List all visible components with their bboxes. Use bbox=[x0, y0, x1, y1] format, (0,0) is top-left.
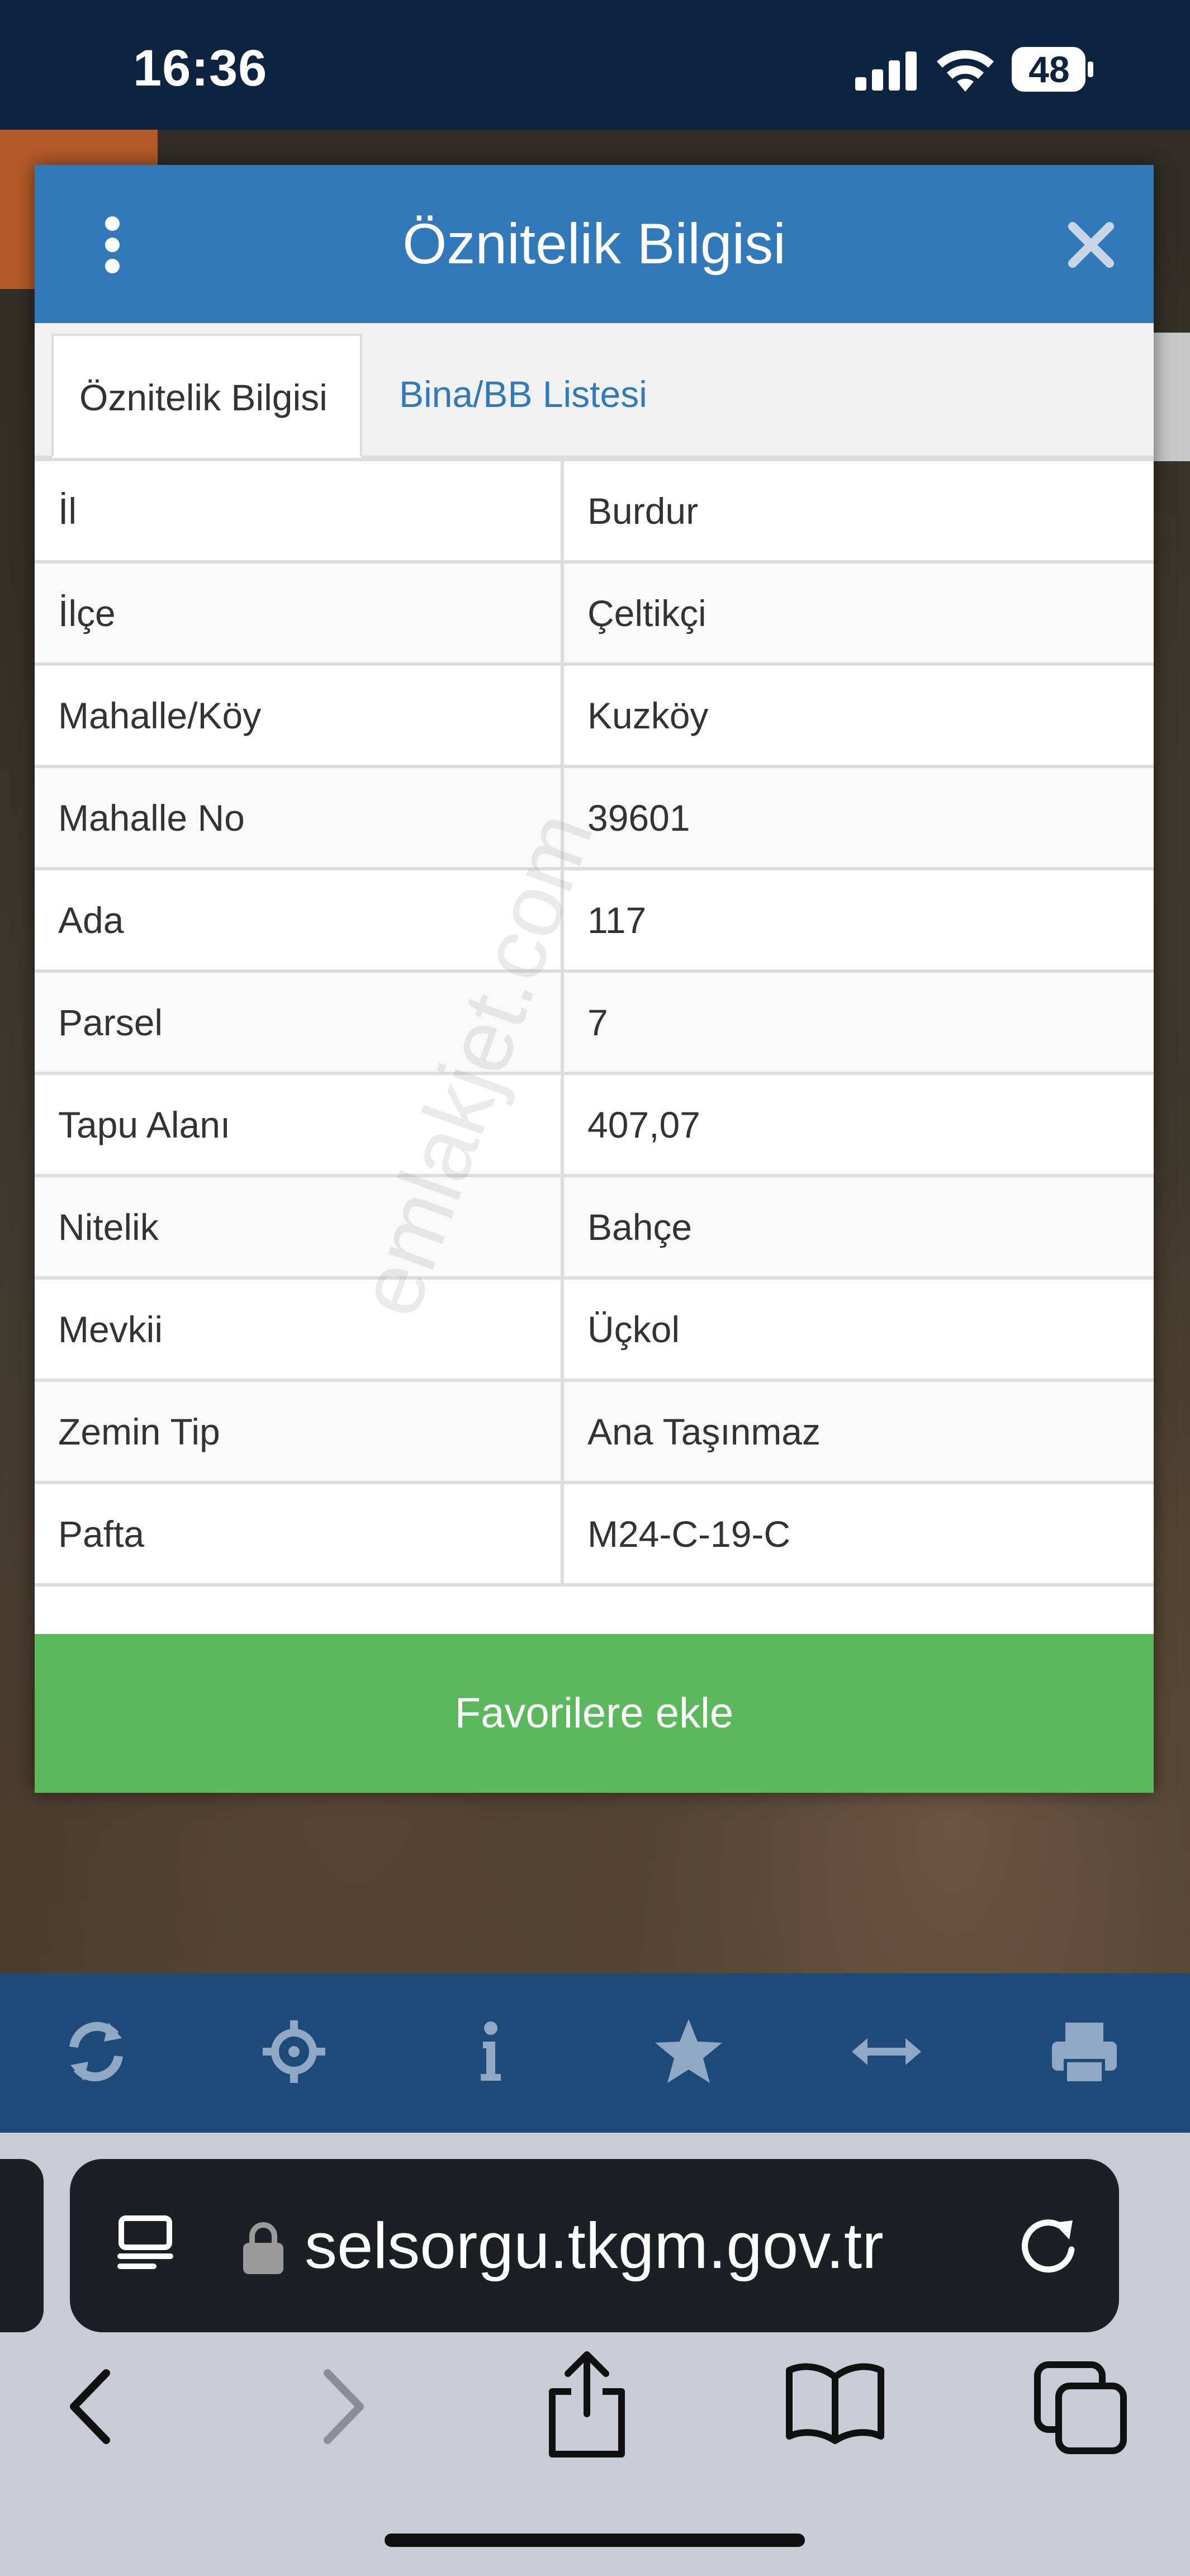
status-time: 16:36 bbox=[133, 40, 268, 97]
attribute-value: Ana Taşınmaz bbox=[561, 1379, 1154, 1484]
modal-header: Öznitelik Bilgisi bbox=[35, 165, 1154, 323]
attribute-value: 117 bbox=[561, 867, 1154, 973]
table-row: İlçe Çeltikçi bbox=[35, 560, 1154, 666]
attribute-value: M24-C-19-C bbox=[561, 1481, 1154, 1587]
attribute-key: Tapu Alanı bbox=[35, 1072, 564, 1177]
status-bar: 16:36 48 bbox=[0, 0, 1190, 130]
tab-attributes[interactable]: Öznitelik Bilgisi bbox=[51, 334, 362, 458]
table-row: Zemin Tip Ana Taşınmaz bbox=[35, 1379, 1154, 1484]
table-row: Mahalle/Köy Kuzköy bbox=[35, 662, 1154, 768]
tab-building-list[interactable]: Bina/BB Listesi bbox=[381, 333, 673, 456]
map-toolbar bbox=[0, 1973, 1190, 2133]
close-icon[interactable] bbox=[1066, 220, 1116, 270]
forward-icon[interactable] bbox=[313, 2362, 374, 2451]
attribute-value: 39601 bbox=[561, 765, 1154, 870]
attribute-key: İlçe bbox=[35, 560, 564, 666]
attribute-info-modal: Öznitelik Bilgisi Öznitelik Bilgisi Bina… bbox=[35, 165, 1154, 1793]
address-bar[interactable]: selsorgu.tkgm.gov.tr bbox=[70, 2159, 1119, 2332]
more-options-icon[interactable] bbox=[102, 216, 124, 273]
attribute-key: Mahalle No bbox=[35, 765, 564, 870]
attribute-key: Mahalle/Köy bbox=[35, 662, 564, 768]
add-to-favorites-button[interactable]: Favorilere ekle bbox=[35, 1634, 1154, 1793]
reload-icon[interactable] bbox=[1014, 2210, 1082, 2277]
info-icon[interactable] bbox=[452, 2012, 530, 2091]
table-row: Pafta M24-C-19-C bbox=[35, 1481, 1154, 1587]
table-row: Tapu Alanı 407,07 bbox=[35, 1072, 1154, 1177]
attribute-value: Kuzköy bbox=[561, 662, 1154, 768]
home-indicator[interactable] bbox=[385, 2534, 805, 2547]
modal-title: Öznitelik Bilgisi bbox=[402, 212, 786, 276]
table-row: Parsel 7 bbox=[35, 969, 1154, 1075]
attribute-key: Nitelik bbox=[35, 1174, 564, 1280]
table-row: Nitelik Bahçe bbox=[35, 1174, 1154, 1280]
attribute-key: İl bbox=[35, 458, 564, 564]
attribute-value: Üçkol bbox=[561, 1276, 1154, 1382]
table-row: Mahalle No 39601 bbox=[35, 765, 1154, 870]
attribute-table: İl Burdur İlçe Çeltikçi Mahalle/Köy Kuzköy … bbox=[35, 458, 1154, 1587]
map-feature bbox=[1154, 333, 1190, 461]
attribute-value: Çeltikçi bbox=[561, 560, 1154, 666]
attribute-value: 407,07 bbox=[561, 1072, 1154, 1177]
cellular-signal-icon bbox=[855, 51, 917, 91]
tabs-icon[interactable] bbox=[1033, 2360, 1128, 2455]
attribute-value: Burdur bbox=[561, 458, 1154, 564]
attribute-key: Pafta bbox=[35, 1481, 564, 1587]
share-icon[interactable] bbox=[542, 2348, 632, 2460]
previous-tab-peek[interactable] bbox=[0, 2159, 44, 2332]
back-icon[interactable] bbox=[59, 2362, 121, 2451]
attribute-key: Zemin Tip bbox=[35, 1379, 564, 1484]
refresh-icon[interactable] bbox=[57, 2012, 135, 2091]
table-row: Mevkii Üçkol bbox=[35, 1276, 1154, 1382]
lock-icon bbox=[243, 2222, 283, 2274]
battery-level: 48 bbox=[1028, 49, 1070, 90]
measure-icon[interactable] bbox=[847, 2012, 926, 2091]
print-icon[interactable] bbox=[1045, 2012, 1123, 2091]
attribute-key: Parsel bbox=[35, 969, 564, 1075]
wifi-icon bbox=[937, 50, 994, 92]
table-row: Ada 117 bbox=[35, 867, 1154, 973]
locate-icon[interactable] bbox=[255, 2012, 333, 2091]
attribute-key: Mevkii bbox=[35, 1276, 564, 1382]
page-menu-icon[interactable] bbox=[115, 2215, 176, 2276]
attribute-value: 7 bbox=[561, 969, 1154, 1075]
attribute-key: Ada bbox=[35, 867, 564, 973]
url-text: selsorgu.tkgm.gov.tr bbox=[305, 2209, 884, 2282]
table-row: İl Burdur bbox=[35, 458, 1154, 564]
star-icon[interactable] bbox=[649, 2012, 728, 2091]
attribute-value: Bahçe bbox=[561, 1174, 1154, 1280]
bookmarks-icon[interactable] bbox=[785, 2360, 885, 2444]
